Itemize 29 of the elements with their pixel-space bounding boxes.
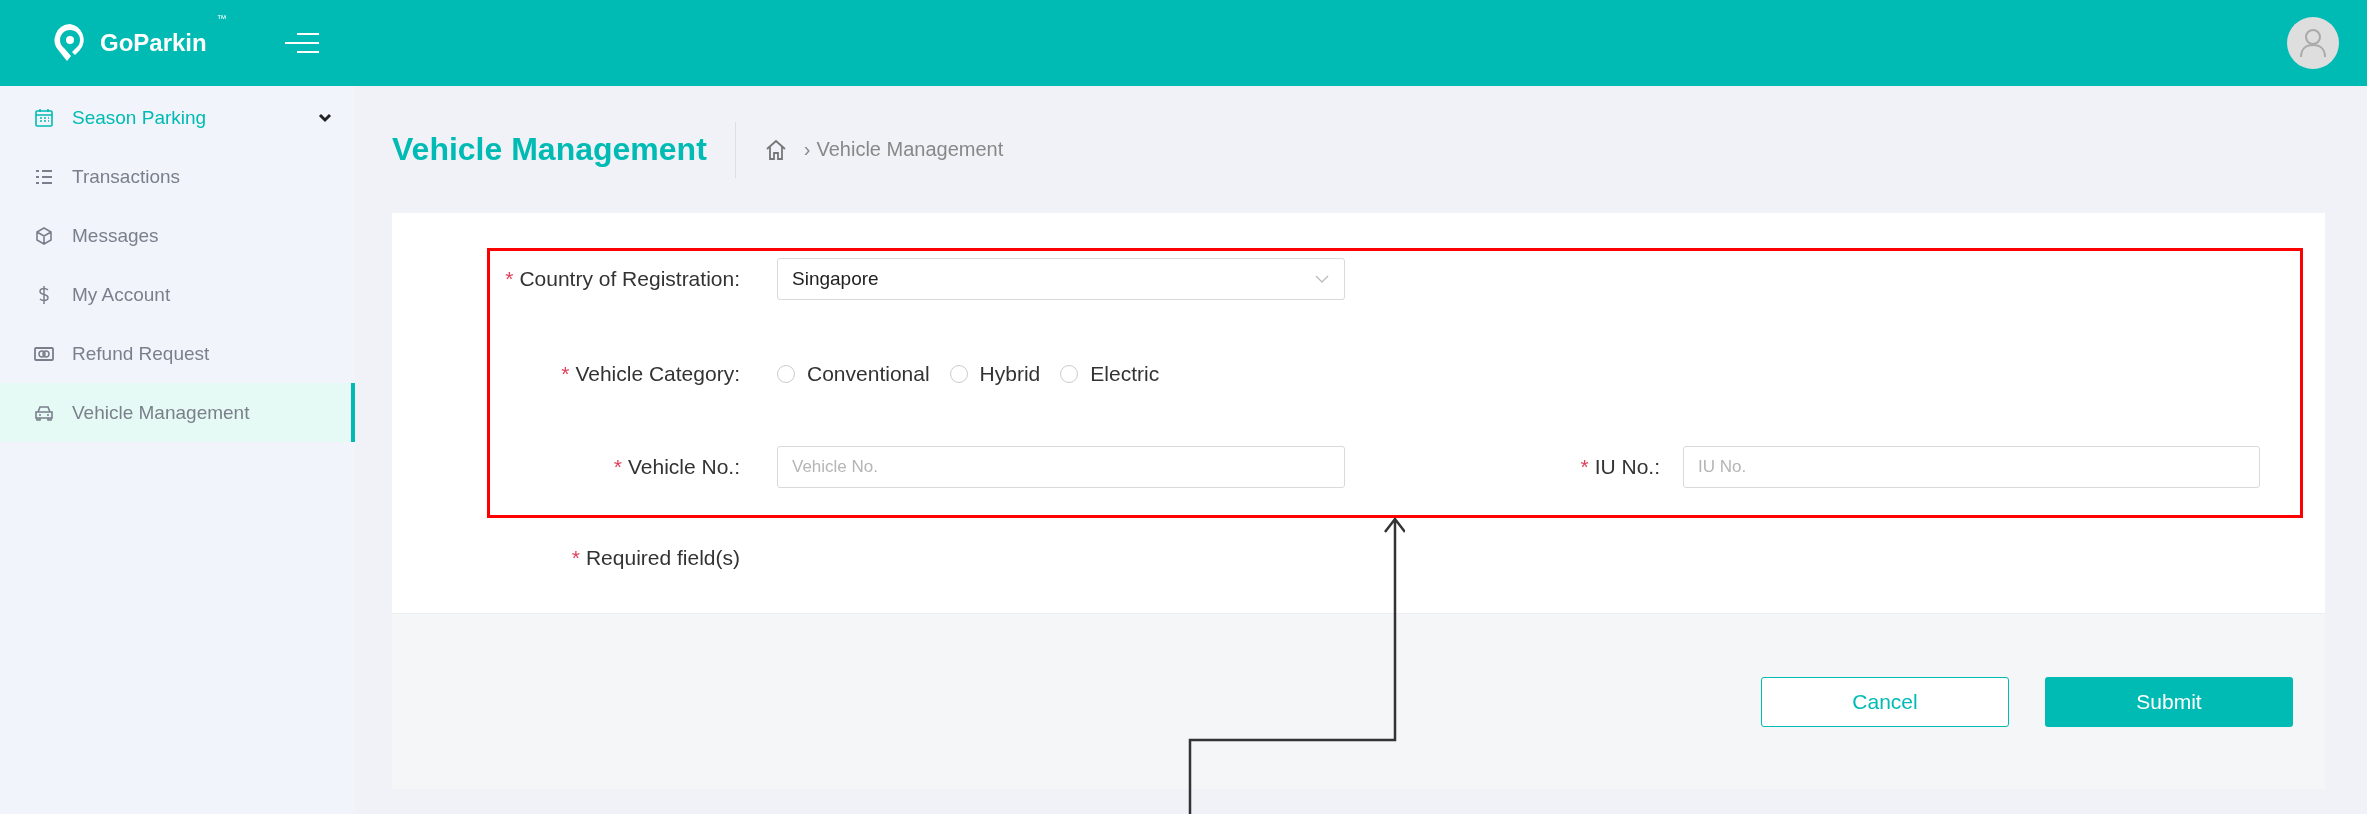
breadcrumb-item: Vehicle Management bbox=[816, 138, 1004, 161]
field-label: * Vehicle No.: bbox=[612, 455, 740, 479]
menu-icon[interactable] bbox=[284, 32, 319, 54]
chevron-down-icon[interactable] bbox=[317, 111, 333, 124]
field-label: * IU No.: bbox=[1579, 455, 1660, 479]
brand-name: GoParkin bbox=[100, 29, 207, 57]
required-note: * Required field(s) bbox=[570, 546, 740, 570]
radio-option[interactable]: Conventional bbox=[777, 362, 930, 386]
field-label: * Country of Registration: bbox=[504, 267, 740, 291]
sidebar-item[interactable]: Refund Request bbox=[0, 324, 355, 383]
sidebar-item[interactable]: Messages bbox=[0, 206, 355, 265]
sidebar-item[interactable]: Season Parking bbox=[0, 88, 355, 147]
submit-button[interactable]: Submit bbox=[2045, 676, 2293, 727]
radio-option[interactable]: Electric bbox=[1060, 362, 1160, 386]
radio-option[interactable]: Hybrid bbox=[949, 362, 1041, 386]
page-title: Vehicle Management bbox=[392, 131, 707, 168]
country-select[interactable]: Singapore bbox=[777, 258, 1345, 300]
caret-icon bbox=[1314, 274, 1330, 284]
vehicle-no-field[interactable]: Vehicle No. bbox=[777, 446, 1345, 488]
cancel-button[interactable]: Cancel bbox=[1761, 676, 2009, 727]
sidebar-item[interactable]: Transactions bbox=[0, 147, 355, 206]
trademark: ™ bbox=[216, 13, 227, 24]
field-label: * Vehicle Category: bbox=[560, 362, 740, 386]
breadcrumb-separator: › bbox=[803, 138, 811, 161]
cube-icon bbox=[34, 225, 54, 246]
sidebar-item[interactable]: My Account bbox=[0, 265, 355, 324]
calendar-icon bbox=[34, 107, 54, 128]
iu-no-field[interactable]: IU No. bbox=[1683, 446, 2260, 488]
sidebar-item[interactable]: Vehicle Management bbox=[0, 383, 355, 442]
